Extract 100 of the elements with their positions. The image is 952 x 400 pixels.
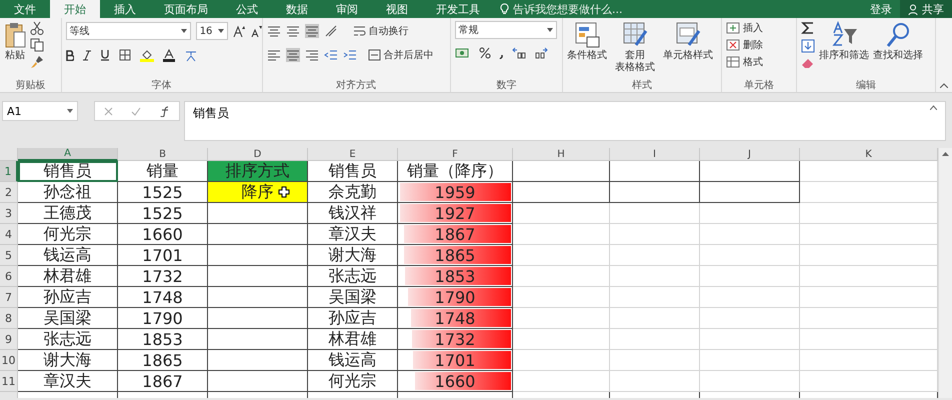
table-cell: 钱运高 [308, 350, 398, 371]
row-header[interactable]: 8 [0, 308, 18, 329]
check-icon[interactable] [131, 106, 142, 116]
row-header[interactable]: 6 [0, 266, 18, 287]
conditional-format-button[interactable]: 条件格式 [567, 21, 608, 62]
find-select-button[interactable]: 查找和选择 [872, 21, 923, 62]
align-right-icon[interactable] [304, 48, 319, 62]
row-header[interactable]: 10 [0, 350, 18, 371]
column-header[interactable]: K [800, 148, 938, 161]
row-header[interactable]: 7 [0, 287, 18, 308]
table-cell: 1853 [118, 329, 208, 350]
cut-icon[interactable] [30, 21, 44, 35]
underline-icon[interactable] [100, 49, 110, 61]
person-icon [908, 4, 919, 14]
border-icon[interactable] [118, 49, 131, 61]
name-box[interactable]: A1 [2, 101, 78, 121]
ribbon-tab[interactable]: 审阅 [322, 0, 372, 18]
row-header[interactable]: 4 [0, 224, 18, 245]
ribbon-tab[interactable]: 开发工具 [422, 0, 494, 18]
scroll-up-icon[interactable] [942, 151, 949, 156]
tell-me-search[interactable]: 告诉我您想要做什么... [513, 2, 622, 16]
wrap-text-button[interactable]: 自动换行 [352, 24, 409, 38]
ribbon-tab[interactable]: 文件 [0, 0, 50, 18]
ribbon-tab[interactable]: 插入 [100, 0, 150, 18]
column-header[interactable]: E [308, 148, 398, 161]
column-header[interactable]: A [18, 148, 118, 161]
decrease-decimal-icon[interactable] [534, 47, 548, 59]
fill-color-icon[interactable] [140, 48, 154, 62]
row-header[interactable]: 2 [0, 182, 18, 203]
row-header[interactable]: 11 [0, 371, 18, 392]
italic-icon[interactable] [82, 50, 91, 60]
paste-button[interactable]: 粘贴 [4, 21, 26, 62]
center-icon[interactable] [286, 48, 300, 62]
column-header[interactable]: H [513, 148, 610, 161]
sum-icon[interactable] [800, 21, 815, 35]
table-cell: 佘克勤 [308, 182, 398, 203]
format-as-table-button[interactable]: 套用 表格格式 [615, 21, 656, 74]
ribbon-tab[interactable]: 页面布局 [150, 0, 222, 18]
shrink-font-icon[interactable] [250, 25, 262, 37]
table-cell: 孙应吉 [308, 308, 398, 329]
insert-cells-icon [726, 22, 740, 34]
grow-font-icon[interactable] [232, 25, 245, 37]
ribbon-tab[interactable]: 公式 [222, 0, 272, 18]
table-cell: 钱汉祥 [308, 203, 398, 224]
ribbon-tab[interactable]: 视图 [372, 0, 422, 18]
table-cell: 1732 [118, 266, 208, 287]
top-align-icon[interactable] [266, 24, 281, 38]
table-chart-icon [574, 21, 600, 49]
brush-icon[interactable] [30, 55, 44, 69]
delete-cells-icon [726, 39, 740, 51]
currency-icon[interactable] [454, 47, 471, 59]
column-header[interactable]: J [700, 148, 800, 161]
row-header[interactable]: 1 [0, 161, 18, 182]
formula-input[interactable]: 销售员 [184, 101, 946, 141]
table-cell: 王德茂 [18, 203, 118, 224]
ribbon-tab[interactable]: 数据 [272, 0, 322, 18]
bold-icon[interactable] [66, 50, 74, 60]
bottom-align-icon[interactable] [304, 24, 319, 38]
increase-decimal-icon[interactable] [512, 47, 526, 59]
column-header[interactable]: I [610, 148, 700, 161]
table-cell: 张志远 [308, 266, 398, 287]
lightbulb-icon [500, 3, 509, 15]
fill-down-icon[interactable] [800, 39, 815, 53]
column-header[interactable]: D [208, 148, 308, 161]
sort-filter-button[interactable]: 排序和筛选 [818, 21, 869, 62]
format-button[interactable]: 格式 [726, 55, 764, 69]
table-cell: 何光宗 [18, 224, 118, 245]
merge-center-button[interactable]: 合并后居中 [368, 48, 434, 62]
delete-button[interactable]: 删除 [726, 38, 764, 52]
collapse-ribbon-icon[interactable] [940, 83, 948, 88]
percent-icon[interactable] [478, 47, 491, 59]
cell-text: 1927 [434, 204, 476, 222]
insert-button[interactable]: 插入 [726, 21, 764, 35]
sign-in-link[interactable]: 登录 [862, 0, 900, 18]
cursor-cross-icon [278, 186, 290, 198]
share-button[interactable]: 共享 [900, 0, 952, 18]
align-left-icon[interactable] [266, 48, 281, 62]
table-cell: 吴国梁 [18, 308, 118, 329]
table-cell: 1660 [118, 224, 208, 245]
column-header[interactable]: B [118, 148, 208, 161]
copy-icon[interactable] [30, 38, 44, 52]
middle-align-icon[interactable] [286, 24, 300, 38]
font-size-dropdown[interactable]: 16 [196, 22, 228, 40]
table-cell: 1867 [118, 371, 208, 392]
decrease-indent-icon[interactable] [324, 48, 338, 62]
orientation-icon[interactable] [324, 24, 338, 38]
function-icon[interactable] [160, 106, 170, 116]
ribbon-tab[interactable]: 开始 [50, 0, 100, 18]
eraser-icon[interactable] [800, 57, 815, 69]
increase-indent-icon[interactable] [342, 48, 357, 62]
font-name-dropdown[interactable]: 等线 [66, 22, 191, 40]
number-format-dropdown[interactable]: 常规 [454, 21, 557, 39]
cell-styles-button[interactable]: 单元格样式 [663, 21, 714, 62]
row-header[interactable]: 9 [0, 329, 18, 350]
caret-icon [218, 29, 224, 33]
phonetic-icon[interactable] [184, 48, 198, 62]
font-color-icon[interactable] [162, 48, 175, 62]
row-header[interactable]: 5 [0, 245, 18, 266]
row-header[interactable]: 3 [0, 203, 18, 224]
column-header[interactable]: F [398, 148, 513, 161]
